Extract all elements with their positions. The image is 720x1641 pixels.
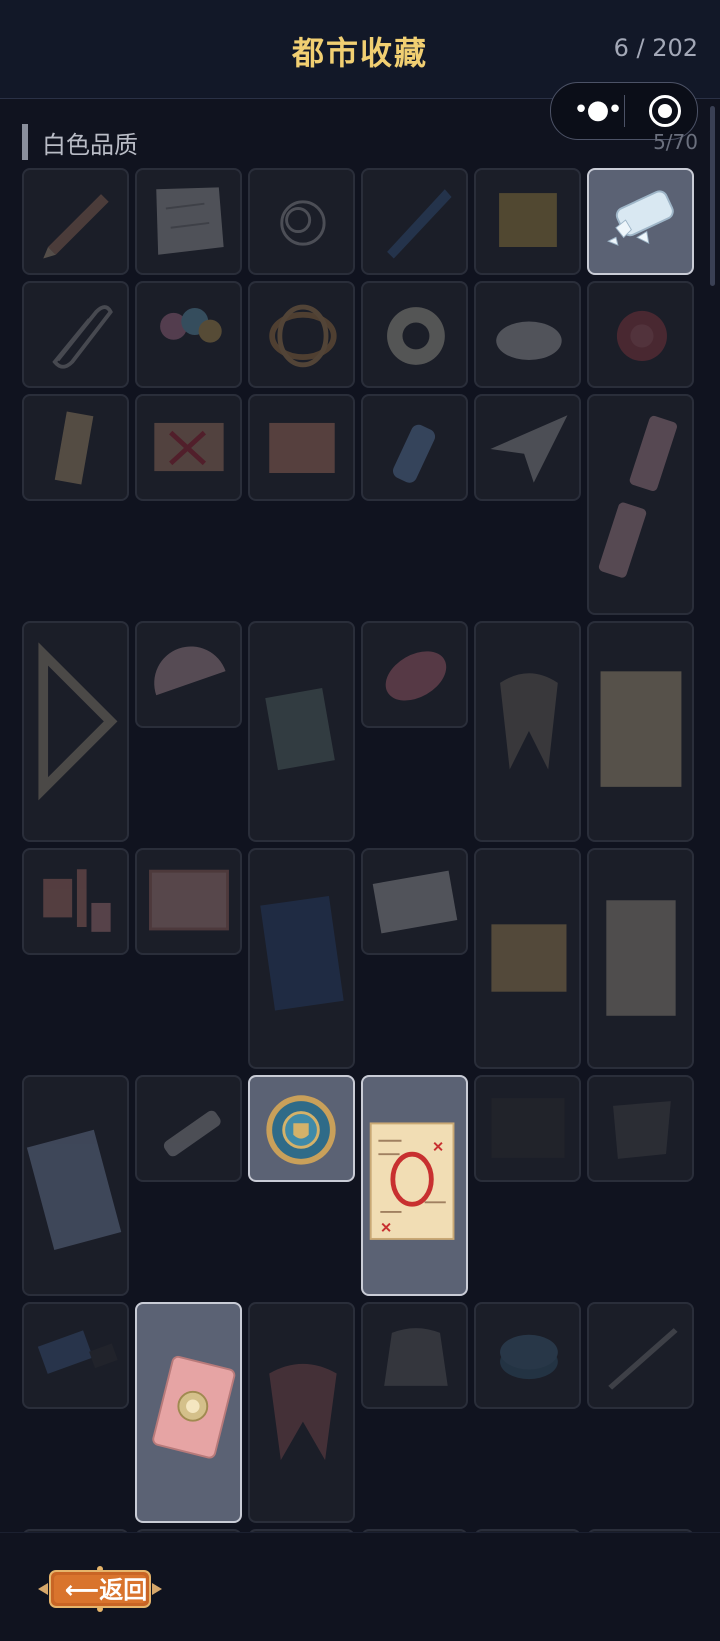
collection-item-15[interactable] <box>248 394 355 501</box>
collection-item-32[interactable] <box>135 1075 242 1182</box>
paper-bag-icon <box>606 900 676 1016</box>
card-icon <box>269 422 335 474</box>
pink-diary-icon <box>152 1355 236 1459</box>
collection-item-37[interactable] <box>22 1302 129 1409</box>
triangle-ruler-icon <box>38 642 118 801</box>
section-title: 白色品质 <box>42 131 138 159</box>
blue-pen-icon <box>387 189 452 259</box>
collection-item-22[interactable] <box>361 621 468 728</box>
blue-book-icon <box>260 895 344 1011</box>
collection-count: 6 / 202 <box>613 34 698 62</box>
collection-item-4[interactable] <box>361 168 468 275</box>
collection-item-34[interactable] <box>361 1075 468 1296</box>
collection-item-30[interactable] <box>587 848 694 1069</box>
collection-item-28[interactable] <box>361 848 468 955</box>
rubber-bands-icon <box>269 304 337 368</box>
collection-item-12[interactable] <box>587 281 694 388</box>
collection-item-9[interactable] <box>248 281 355 388</box>
back-button[interactable]: ⟵返回 <box>34 1561 166 1617</box>
chalkboard-icon <box>149 869 229 931</box>
usb-drive-icon <box>37 1330 118 1374</box>
collection-item-19[interactable] <box>22 621 129 842</box>
collection-item-24[interactable] <box>587 621 694 842</box>
notebook-icon <box>265 688 335 771</box>
coins-icon <box>500 1334 558 1380</box>
section-count: 5/70 <box>653 130 698 154</box>
collection-item-16[interactable] <box>361 394 468 501</box>
collection-item-11[interactable] <box>474 281 581 388</box>
tape-roll-icon <box>387 307 445 365</box>
school-badge-icon <box>266 1095 336 1165</box>
collection-item-7[interactable] <box>22 281 129 388</box>
water-bottle-icon <box>393 424 436 483</box>
stationery-set-icon <box>43 869 111 932</box>
collection-item-23[interactable] <box>474 621 581 842</box>
shavings-icon <box>496 321 562 361</box>
dark-photo-icon <box>491 1098 565 1158</box>
protractor-icon <box>154 646 226 696</box>
collection-item-31[interactable] <box>22 1075 129 1296</box>
collection-item-36[interactable] <box>587 1075 694 1182</box>
collection-item-18[interactable] <box>587 394 694 615</box>
collection-item-1[interactable] <box>22 168 129 275</box>
collection-item-6[interactable] <box>587 168 694 275</box>
collection-item-8[interactable] <box>135 281 242 388</box>
bottom-bar: ⟵返回 <box>0 1532 720 1641</box>
collection-item-42[interactable] <box>587 1302 694 1409</box>
back-button-label: ⟵返回 <box>56 1573 156 1607</box>
plastic-bag-icon <box>613 1101 671 1159</box>
section-marker <box>22 124 28 160</box>
collection-item-5[interactable] <box>474 168 581 275</box>
collection-item-40[interactable] <box>361 1302 468 1409</box>
broken-glass-icon <box>607 190 674 246</box>
pencil-icon <box>43 194 109 259</box>
scrollbar[interactable] <box>710 106 715 286</box>
zero-score-test-icon <box>369 1122 455 1240</box>
scarf-icon <box>500 673 558 770</box>
collection-item-3[interactable] <box>248 168 355 275</box>
collection-item-35[interactable] <box>474 1075 581 1182</box>
collection-item-10[interactable] <box>361 281 468 388</box>
worksheet-icon <box>600 671 682 787</box>
correction-tape-icon <box>385 651 447 701</box>
collection-item-38[interactable] <box>135 1302 242 1523</box>
paper-plane-icon <box>490 415 568 483</box>
crumpled-paper-icon <box>156 187 224 255</box>
capsule-divider <box>624 95 625 127</box>
lollipops-icon <box>160 308 222 343</box>
glue-stick-icon <box>163 1110 221 1157</box>
red-x-card-icon <box>154 422 224 472</box>
hair-tangle-icon <box>280 200 326 246</box>
page-title: 都市收藏 <box>291 34 428 72</box>
collection-item-27[interactable] <box>248 848 355 1069</box>
collection-item-13[interactable] <box>22 394 129 501</box>
collection-item-21[interactable] <box>248 621 355 842</box>
rose-icon <box>616 310 667 361</box>
collection-item-2[interactable] <box>135 168 242 275</box>
more-menu-icon[interactable]: •●• <box>569 83 625 139</box>
red-scarf-icon <box>269 1363 337 1461</box>
ink-notebook-icon <box>26 1129 122 1250</box>
collection-item-14[interactable] <box>135 394 242 501</box>
back-label-text: 返回 <box>99 1576 148 1604</box>
paper-clip-icon <box>52 305 113 369</box>
envelope-icon <box>372 870 458 934</box>
close-target-icon[interactable] <box>649 95 681 127</box>
collection-item-25[interactable] <box>22 848 129 955</box>
trash-bag-icon <box>384 1328 448 1386</box>
bookmark-icon <box>54 411 94 485</box>
broken-eraser-icon <box>598 415 677 578</box>
arrow-left-icon: ⟵ <box>64 1576 100 1604</box>
collection-item-33[interactable] <box>248 1075 355 1182</box>
collection-item-41[interactable] <box>474 1302 581 1409</box>
class-photo-icon <box>491 924 567 992</box>
collection-item-29[interactable] <box>474 848 581 1069</box>
collection-item-17[interactable] <box>474 394 581 501</box>
collection-item-20[interactable] <box>135 621 242 728</box>
sticky-note-icon <box>499 193 557 248</box>
pen-icon <box>608 1328 678 1390</box>
collection-item-39[interactable] <box>248 1302 355 1523</box>
collection-item-26[interactable] <box>135 848 242 955</box>
